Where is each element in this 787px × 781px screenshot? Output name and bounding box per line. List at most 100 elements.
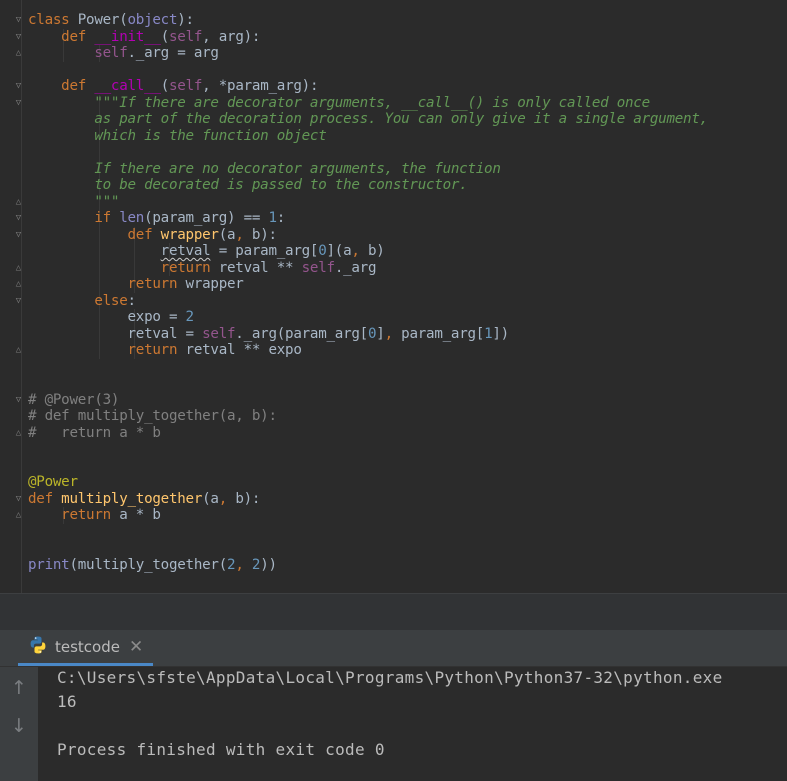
fold-close-icon[interactable]: △ (14, 48, 23, 58)
code-token: retval = (127, 325, 203, 342)
code-token: class (28, 12, 78, 28)
code-token: , (384, 325, 402, 342)
code-line: # return a * b (28, 425, 161, 442)
code-line: retval = self._arg(param_arg[0], param_a… (28, 325, 510, 343)
code-token: len (119, 210, 145, 226)
code-line: @Power (28, 474, 78, 491)
code-token: return (61, 507, 120, 523)
code-line: else: (28, 293, 136, 310)
fold-open-icon[interactable]: ▽ (14, 296, 23, 306)
fold-open-icon[interactable]: ▽ (14, 32, 23, 42)
run-console[interactable]: ↑ ↓ C:\Users\sfste\AppData\Local\Program… (0, 667, 787, 781)
code-token: print (28, 556, 70, 573)
arrow-down-icon[interactable]: ↓ (8, 715, 30, 737)
code-token: (param_arg) == (144, 210, 269, 226)
code-line: If there are no decorator arguments, the… (28, 161, 501, 178)
code-token: b): (235, 490, 261, 507)
console-line-command: C:\Users\sfste\AppData\Local\Programs\Py… (57, 668, 723, 687)
code-token: 2 (185, 309, 195, 325)
editor-gutter: ▽ ▽ △ ▽ ▽ △ ▽ ▽ △ △ ▽ △ ▽ △ ▽ △ (0, 0, 22, 593)
fold-close-icon[interactable]: △ (14, 428, 23, 438)
code-line: expo = 2 (28, 309, 195, 326)
code-line: class Power(object): (28, 12, 194, 29)
code-token: def (61, 28, 95, 45)
code-token: object (127, 12, 178, 28)
code-token: self (202, 325, 236, 342)
code-token: ]) (492, 325, 509, 342)
fold-open-icon[interactable]: ▽ (14, 494, 23, 504)
code-token: self (301, 259, 335, 276)
code-token: retval ** expo (185, 342, 302, 358)
code-token: ] (376, 325, 385, 342)
fold-open-icon[interactable]: ▽ (14, 98, 23, 108)
fold-close-icon[interactable]: △ (14, 279, 23, 289)
code-token: ._arg = arg (127, 45, 219, 61)
code-token: , *param_arg): (202, 78, 319, 94)
code-line: """ (28, 194, 119, 211)
code-line: if len(param_arg) == 1: (28, 210, 285, 227)
code-token: wrapper (160, 226, 219, 243)
code-token: )) (260, 556, 277, 573)
fold-open-icon[interactable]: ▽ (14, 230, 23, 240)
code-token: 0 (318, 243, 327, 259)
code-line: def wrapper(a, b): (28, 226, 278, 244)
code-token: expo = (127, 309, 186, 325)
fold-close-icon[interactable]: △ (14, 263, 23, 273)
code-line: return retval ** expo (28, 342, 302, 359)
fold-close-icon[interactable]: △ (14, 197, 23, 207)
code-token: """ (94, 193, 120, 210)
fold-close-icon[interactable]: △ (14, 345, 23, 355)
panel-splitter[interactable] (0, 593, 787, 631)
fold-close-icon[interactable]: △ (14, 510, 23, 520)
run-tab-testcode[interactable]: testcode ✕ (18, 630, 154, 666)
code-token: , (235, 226, 252, 243)
code-editor[interactable]: ▽ ▽ △ ▽ ▽ △ ▽ ▽ △ △ ▽ △ ▽ △ ▽ △ class Power(object): de… (0, 0, 787, 593)
code-token: __init__ (94, 28, 161, 45)
fold-open-icon[interactable]: ▽ (14, 15, 23, 25)
code-token: retval (160, 243, 211, 259)
code-token: , (218, 490, 236, 507)
code-token: self (168, 28, 203, 45)
code-line: def __call__(self, *param_arg): (28, 78, 318, 95)
code-token: b): (251, 226, 277, 243)
code-line: self._arg = arg (28, 45, 219, 62)
run-tool-window-tabs: testcode ✕ (0, 630, 787, 667)
code-token: # @Power(3) (28, 391, 120, 408)
code-token: wrapper (185, 276, 244, 292)
arrow-up-icon[interactable]: ↑ (8, 677, 30, 699)
code-token: ._arg (334, 259, 377, 276)
code-token: """If there are decorator arguments, __c… (94, 94, 650, 111)
fold-open-icon[interactable]: ▽ (14, 395, 23, 405)
code-token: ( (160, 78, 170, 94)
code-line: """If there are decorator arguments, __c… (28, 95, 650, 112)
close-icon[interactable]: ✕ (129, 637, 143, 657)
fold-open-icon[interactable]: ▽ (14, 213, 23, 223)
code-token: (multiply_together( (69, 556, 228, 573)
code-token: self (168, 78, 203, 94)
code-token: Power( (77, 12, 128, 28)
code-token: retval ** (218, 259, 302, 276)
code-token: which is the function object (94, 127, 327, 144)
console-line-exit: Process finished with exit code 0 (57, 740, 385, 759)
code-line: return a * b (28, 507, 161, 524)
code-line: def multiply_together(a, b): (28, 491, 260, 508)
code-token: : (276, 210, 286, 226)
code-line: as part of the decoration process. You c… (28, 111, 708, 128)
console-line-output: 16 (57, 692, 77, 711)
fold-open-icon[interactable]: ▽ (14, 81, 23, 91)
code-token: b) (367, 243, 385, 259)
code-token: If there are no decorator arguments, the… (94, 160, 501, 177)
code-token: , (351, 243, 368, 259)
